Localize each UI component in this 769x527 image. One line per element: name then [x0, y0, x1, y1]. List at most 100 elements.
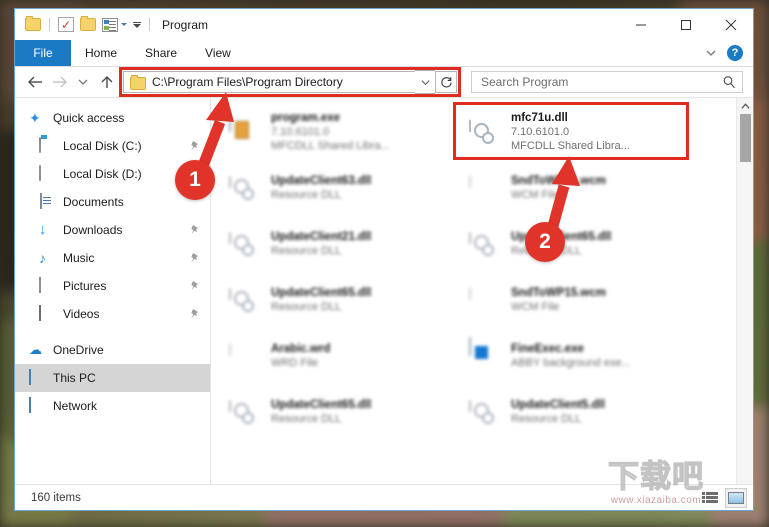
properties-icon[interactable]	[102, 17, 118, 32]
dll-icon	[229, 225, 261, 262]
file-version: 7.10.6101.0	[511, 126, 570, 138]
pin-icon[interactable]	[190, 140, 200, 152]
sidebar-item-label: OneDrive	[53, 343, 104, 357]
sidebar-item-pictures[interactable]: Pictures	[15, 272, 210, 300]
file-name: SndToWP15.wcm	[511, 287, 606, 299]
file-item[interactable]: SndToWP15.wcm WCM File	[463, 160, 703, 216]
new-folder-icon[interactable]	[80, 16, 96, 31]
videos-icon	[39, 305, 55, 322]
refresh-icon[interactable]	[435, 71, 457, 93]
sidebar-item-onedrive[interactable]: ☁ OneDrive	[15, 336, 210, 364]
explorer-body: ✦ Quick access Local Disk (C:) Local Dis…	[15, 97, 753, 484]
minimize-icon[interactable]	[618, 9, 663, 40]
sidebar-item-label: Network	[53, 399, 98, 413]
thumbnails-view-icon[interactable]	[725, 487, 747, 508]
pin-icon[interactable]	[190, 224, 200, 236]
sidebar-item-music[interactable]: ♪ Music	[15, 244, 210, 272]
pin-icon[interactable]	[190, 308, 200, 320]
file-list-pane[interactable]: program.exe 7.10.6101.0 MFCDLL Shared Li…	[211, 98, 736, 484]
sidebar-item-label: Documents	[63, 195, 124, 209]
file-description: Resource DLL	[271, 301, 342, 313]
sidebar-item-label: Music	[63, 251, 95, 265]
folder-icon[interactable]	[25, 16, 41, 31]
address-input[interactable]: C:\Program Files\Program Directory	[123, 71, 415, 93]
annotation-marker-1: 1	[175, 160, 215, 200]
pictures-icon	[39, 277, 55, 294]
expand-ribbon-chevron-down-icon[interactable]	[705, 47, 717, 59]
up-button[interactable]	[95, 70, 119, 94]
file-meta: Arabic.wrd WRD File	[271, 342, 330, 370]
close-icon[interactable]	[708, 9, 753, 40]
file-item[interactable]: UpdateClient63.dll Resource DLL	[223, 160, 463, 216]
scrollbar-thumb[interactable]	[739, 114, 751, 162]
properties-checkbox-icon[interactable]: ✓	[58, 17, 74, 32]
maximize-icon[interactable]	[663, 9, 708, 40]
sidebar-item-this-pc[interactable]: This PC	[15, 364, 210, 392]
vertical-scrollbar[interactable]	[736, 98, 753, 484]
pin-icon[interactable]	[190, 252, 200, 264]
address-bar-row: C:\Program Files\Program Directory Searc…	[15, 67, 753, 97]
file-name: Arabic.wrd	[271, 343, 331, 355]
sidebar-item-local-disk-c[interactable]: Local Disk (C:)	[15, 132, 210, 160]
sidebar-item-quick-access[interactable]: ✦ Quick access	[15, 104, 210, 132]
file-item[interactable]: Arabic.wrd WRD File	[223, 328, 463, 384]
tab-home[interactable]: Home	[71, 40, 131, 66]
documents-icon	[39, 193, 55, 210]
customize-quick-access-icon[interactable]	[133, 21, 141, 28]
address-bar-container: C:\Program Files\Program Directory	[119, 67, 461, 97]
address-dropdown-chevron-down-icon[interactable]	[415, 70, 435, 94]
tab-view[interactable]: View	[191, 40, 245, 66]
toolbar-divider-2	[149, 18, 150, 31]
blank-file-icon	[469, 169, 501, 206]
file-item[interactable]: FineExec.exe ABBY background exe...	[463, 328, 703, 384]
file-name: UpdateClient5.dll	[511, 399, 605, 411]
file-item[interactable]: SndToWP15.wcm WCM File	[463, 272, 703, 328]
file-item[interactable]: UpdateClient21.dll Resource DLL	[223, 216, 463, 272]
annotation-marker-2: 2	[525, 222, 565, 262]
file-meta: SndToWP15.wcm WCM File	[511, 286, 606, 314]
file-meta: UpdateClient65.dll Resource DLL	[271, 286, 371, 314]
scroll-up-chevron-icon[interactable]	[737, 98, 753, 114]
search-placeholder: Search Program	[481, 75, 569, 89]
file-item[interactable]: program.exe 7.10.6101.0 MFCDLL Shared Li…	[223, 104, 463, 160]
file-description: WCM File	[511, 189, 560, 201]
tab-file[interactable]: File	[15, 40, 71, 66]
sidebar-item-downloads[interactable]: ↓ Downloads	[15, 216, 210, 244]
chevron-down-icon[interactable]	[121, 23, 127, 26]
file-meta: UpdateClient21.dll Resource DLL	[271, 230, 371, 258]
file-item[interactable]: UpdateClient65.dll Resource DLL	[223, 272, 463, 328]
sidebar-item-label: This PC	[53, 371, 96, 385]
file-name: UpdateClient65.dll	[271, 287, 372, 299]
sidebar-item-videos[interactable]: Videos	[15, 300, 210, 328]
star-icon: ✦	[29, 110, 41, 126]
quick-access-toolbar: ✓	[15, 16, 152, 32]
file-meta: UpdateClient63.dll Resource DLL	[271, 174, 371, 202]
this-pc-icon	[29, 369, 45, 386]
file-description: MFCDLL Shared Libra...	[271, 140, 390, 152]
search-input[interactable]: Search Program	[471, 71, 743, 93]
folder-icon	[130, 74, 146, 90]
sidebar-group-spacer	[15, 328, 210, 336]
sidebar-item-network[interactable]: Network	[15, 392, 210, 420]
file-item[interactable]: UpdateClient65.dll Resource DLL	[463, 216, 703, 272]
file-item-mfc71u-dll[interactable]: mfc71u.dll 7.10.6101.0 MFCDLL Shared Lib…	[463, 104, 703, 160]
dll-icon	[229, 281, 261, 318]
file-item[interactable]: UpdateClient65.dll Resource DLL	[223, 384, 463, 440]
file-explorer-window: ✓ Program File Home Share View ? C:\Prog…	[14, 8, 754, 511]
file-item[interactable]: UpdateClient5.dll Resource DLL	[463, 384, 703, 440]
details-view-icon[interactable]	[699, 488, 721, 508]
view-mode-buttons	[699, 487, 747, 508]
tab-share[interactable]: Share	[131, 40, 191, 66]
pin-icon[interactable]	[190, 280, 200, 292]
ribbon-right-controls: ?	[705, 40, 753, 66]
ribbon-tab-bar: File Home Share View ?	[15, 40, 753, 67]
back-button[interactable]	[23, 70, 47, 94]
help-icon[interactable]: ?	[727, 45, 743, 61]
dll-icon	[229, 169, 261, 206]
forward-button	[47, 70, 71, 94]
file-version: 7.10.6101.0	[271, 126, 330, 138]
search-icon	[723, 76, 735, 89]
item-count-label: 160 items	[31, 491, 81, 504]
recent-locations-chevron-down-icon[interactable]	[71, 70, 95, 94]
disk-system-icon	[39, 137, 55, 154]
